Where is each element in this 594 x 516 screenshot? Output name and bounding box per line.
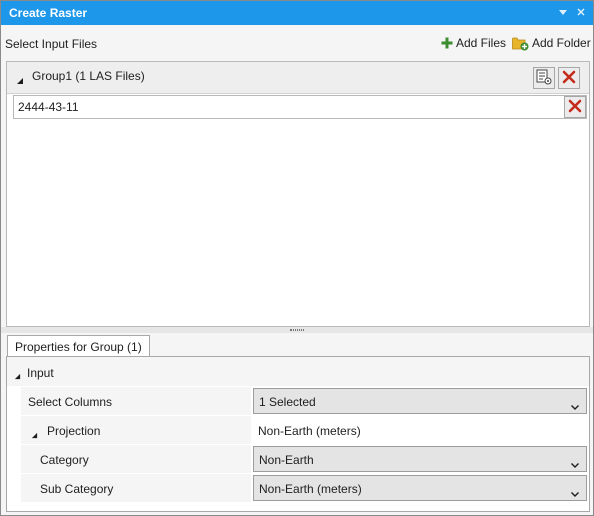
add-folder-button[interactable]: Add Folder — [512, 34, 591, 52]
file-name: 2444-43-11 — [18, 100, 79, 114]
property-row-projection: Projection Non-Earth (meters) — [21, 416, 589, 445]
splitter-grip-icon[interactable] — [290, 329, 304, 331]
file-group-row[interactable]: Group1 (1 LAS Files) — [7, 62, 589, 94]
section-input[interactable]: Input — [7, 357, 589, 386]
group-settings-icon — [536, 69, 552, 88]
title-bar: Create Raster — [1, 1, 593, 25]
properties-grid: Input Select Columns 1 Selected Projecti… — [6, 356, 590, 512]
window-title: Create Raster — [9, 6, 88, 20]
pin-icon[interactable] — [555, 4, 571, 20]
delete-file-button[interactable] — [564, 96, 586, 118]
sub-category-dropdown[interactable]: Non-Earth (meters) — [253, 475, 587, 501]
property-row-select-columns: Select Columns 1 Selected — [21, 387, 589, 416]
file-list: Group1 (1 LAS Files) 2444-43-11 — [6, 61, 590, 327]
expand-triangle-icon[interactable] — [14, 369, 21, 383]
chevron-down-icon — [571, 486, 579, 500]
chevron-down-icon — [571, 457, 579, 471]
property-name-cell: Projection — [21, 416, 251, 444]
select-input-files-label: Select Input Files — [5, 37, 98, 51]
chevron-down-icon — [571, 399, 579, 413]
property-name: Sub Category — [40, 482, 114, 496]
property-value-cell: Non-Earth (meters) — [253, 474, 587, 502]
close-icon[interactable] — [573, 4, 589, 20]
create-raster-panel: Create Raster Select Input Files Add Fil… — [0, 0, 594, 516]
properties-tabstrip: Properties for Group (1) — [1, 333, 593, 359]
category-dropdown[interactable]: Non-Earth — [253, 446, 587, 472]
property-value-cell: 1 Selected — [253, 387, 587, 415]
dropdown-value: 1 Selected — [259, 395, 316, 409]
add-files-button[interactable]: Add Files — [441, 34, 506, 52]
property-value-cell: Non-Earth — [253, 445, 587, 473]
select-columns-dropdown[interactable]: 1 Selected — [253, 388, 587, 414]
expand-triangle-icon[interactable] — [31, 428, 38, 442]
property-name: Category — [40, 453, 89, 467]
add-files-label: Add Files — [456, 36, 507, 50]
delete-icon — [562, 70, 576, 87]
projection-value: Non-Earth (meters) — [258, 424, 361, 438]
property-value-cell: Non-Earth (meters) — [253, 416, 587, 444]
property-name-cell: Select Columns — [21, 387, 251, 415]
dropdown-value: Non-Earth — [259, 453, 314, 467]
group-label: Group1 (1 LAS Files) — [32, 69, 145, 83]
property-row-category: Category Non-Earth — [21, 445, 589, 474]
property-name: Projection — [47, 424, 101, 438]
dropdown-value: Non-Earth (meters) — [259, 482, 362, 496]
add-folder-label: Add Folder — [532, 36, 591, 50]
property-row-sub-category: Sub Category Non-Earth (meters) — [21, 474, 589, 503]
property-name-cell: Sub Category — [21, 474, 251, 502]
expand-triangle-icon[interactable] — [16, 74, 24, 88]
section-input-label: Input — [27, 366, 54, 380]
add-icon — [441, 37, 453, 49]
folder-add-icon — [512, 36, 529, 51]
delete-icon — [568, 99, 582, 116]
files-header: Select Input Files Add Files Add Folder — [1, 25, 593, 61]
group-settings-button[interactable] — [533, 67, 555, 89]
property-name-cell: Category — [21, 445, 251, 473]
property-name: Select Columns — [28, 395, 113, 409]
file-row[interactable]: 2444-43-11 — [13, 95, 587, 119]
delete-group-button[interactable] — [558, 67, 580, 89]
